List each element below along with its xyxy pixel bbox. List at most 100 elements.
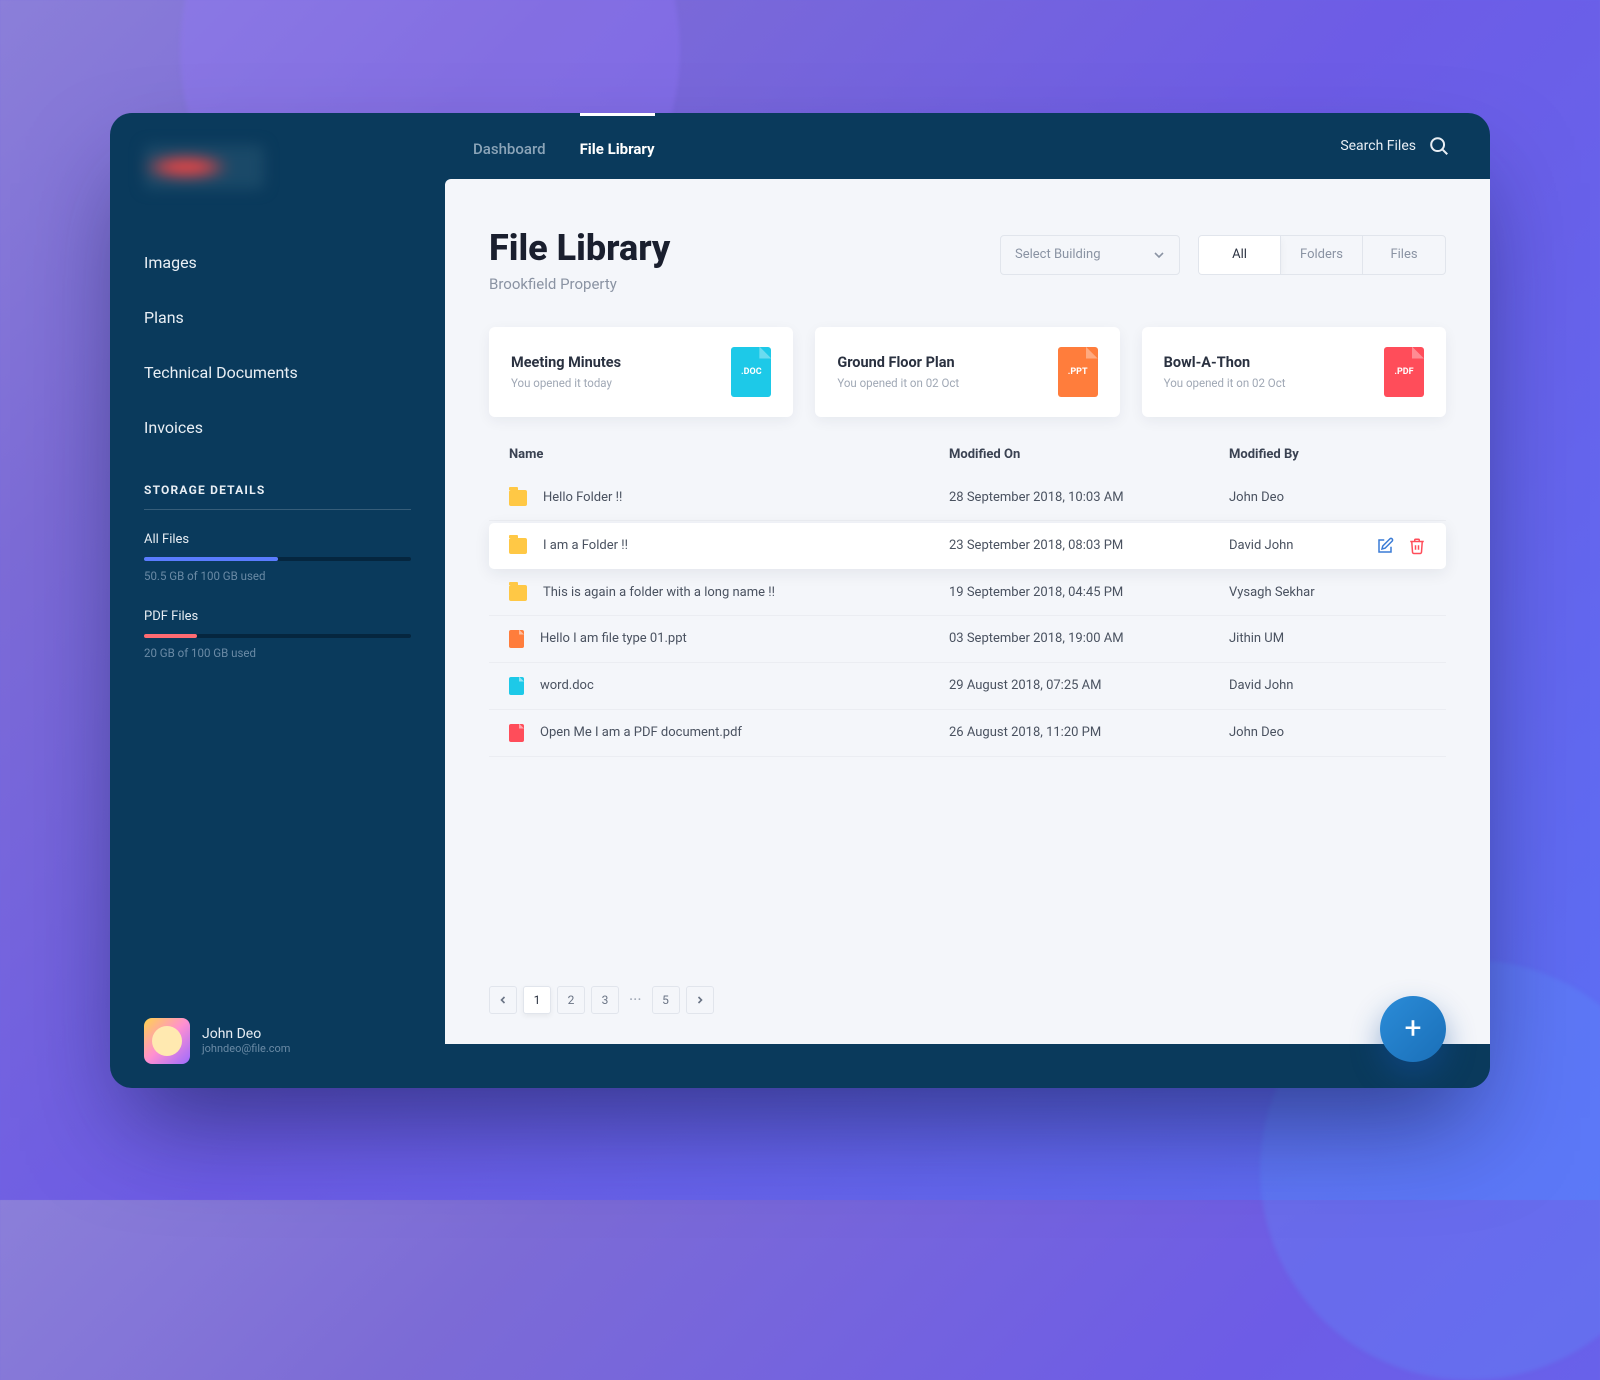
storage-label: PDF Files — [144, 609, 411, 624]
topbar: Dashboard File Library Search Files — [445, 113, 1490, 179]
row-modified: 29 August 2018, 07:25 AM — [949, 678, 1229, 693]
tab-dashboard[interactable]: Dashboard — [473, 113, 546, 179]
tabs: Dashboard File Library — [473, 113, 655, 179]
filter-folders[interactable]: Folders — [1281, 236, 1363, 274]
row-name: Hello I am file type 01.ppt — [540, 631, 687, 646]
file-icon — [509, 724, 524, 742]
folder-icon — [509, 538, 527, 554]
page-3[interactable]: 3 — [591, 986, 619, 1014]
storage-section: All Files 50.5 GB of 100 GB used — [144, 532, 411, 583]
folder-icon — [509, 585, 527, 601]
file-type-icon: .PPT — [1058, 347, 1098, 397]
row-modified: 23 September 2018, 08:03 PM — [949, 538, 1229, 553]
col-by: Modified By — [1229, 447, 1426, 462]
page-2[interactable]: 2 — [557, 986, 585, 1014]
user-name: John Deo — [202, 1026, 290, 1042]
card-sub: You opened it on 02 Oct — [1164, 376, 1384, 390]
card-title: Bowl-A-Thon — [1164, 354, 1384, 371]
content: File Library Brookfield Property Select … — [445, 179, 1490, 1044]
sidebar-item-images[interactable]: Images — [144, 235, 445, 290]
file-table: Name Modified On Modified By Hello Folde… — [489, 447, 1446, 968]
pagination: 123···5 — [489, 986, 1446, 1014]
avatar — [144, 1018, 190, 1064]
filter-all[interactable]: All — [1199, 236, 1281, 274]
page-subtitle: Brookfield Property — [489, 275, 670, 293]
sidebar-nav: ImagesPlansTechnical DocumentsInvoices — [110, 235, 445, 455]
storage-sections: All Files 50.5 GB of 100 GB used PDF File… — [144, 532, 411, 660]
tab-file-library[interactable]: File Library — [580, 113, 655, 179]
row-name: Open Me I am a PDF document.pdf — [540, 725, 742, 740]
storage-bar — [144, 634, 411, 638]
storage-section: PDF Files 20 GB of 100 GB used — [144, 609, 411, 660]
page-5[interactable]: 5 — [652, 986, 680, 1014]
file-type-icon: .DOC — [731, 347, 771, 397]
select-building-label: Select Building — [1015, 247, 1101, 262]
search[interactable]: Search Files — [1340, 135, 1450, 157]
select-building-dropdown[interactable]: Select Building — [1000, 235, 1180, 275]
table-row[interactable]: word.doc 29 August 2018, 07:25 AM David … — [489, 663, 1446, 710]
storage-sub: 50.5 GB of 100 GB used — [144, 569, 411, 583]
storage-sub: 20 GB of 100 GB used — [144, 646, 411, 660]
storage-bar — [144, 557, 411, 561]
storage-label: All Files — [144, 532, 411, 547]
page-next[interactable] — [686, 986, 714, 1014]
filter-files[interactable]: Files — [1363, 236, 1445, 274]
recent-card[interactable]: Meeting Minutes You opened it today .DOC — [489, 327, 793, 417]
row-name: Hello Folder !! — [543, 490, 622, 505]
card-sub: You opened it on 02 Oct — [837, 376, 1057, 390]
sidebar-item-plans[interactable]: Plans — [144, 290, 445, 345]
row-modified: 03 September 2018, 19:00 AM — [949, 631, 1229, 646]
search-icon — [1428, 135, 1450, 157]
row-by: David John — [1229, 538, 1346, 553]
storage-details: STORAGE DETAILS All Files 50.5 GB of 100… — [110, 455, 445, 686]
row-by: John Deo — [1229, 725, 1346, 740]
delete-icon[interactable] — [1408, 537, 1426, 555]
table-row[interactable]: Hello I am file type 01.ppt 03 September… — [489, 616, 1446, 663]
footer-strip — [445, 1044, 1490, 1088]
user-profile[interactable]: John Deo johndeo@file.com — [110, 1018, 445, 1064]
app-window: ImagesPlansTechnical DocumentsInvoices S… — [110, 113, 1490, 1088]
recent-card[interactable]: Ground Floor Plan You opened it on 02 Oc… — [815, 327, 1119, 417]
table-row[interactable]: Open Me I am a PDF document.pdf 26 Augus… — [489, 710, 1446, 757]
table-body: Hello Folder !! 28 September 2018, 10:03… — [489, 476, 1446, 757]
filter-group: AllFoldersFiles — [1198, 235, 1446, 275]
app-logo — [144, 145, 264, 189]
col-name: Name — [509, 447, 949, 462]
row-by: John Deo — [1229, 490, 1346, 505]
card-title: Ground Floor Plan — [837, 354, 1057, 371]
card-title: Meeting Minutes — [511, 354, 731, 371]
sidebar: ImagesPlansTechnical DocumentsInvoices S… — [110, 113, 445, 1088]
folder-icon — [509, 490, 527, 506]
sidebar-item-invoices[interactable]: Invoices — [144, 400, 445, 455]
row-by: David John — [1229, 678, 1346, 693]
main: Dashboard File Library Search Files File … — [445, 113, 1490, 1088]
storage-title: STORAGE DETAILS — [144, 483, 411, 510]
file-type-icon: .PDF — [1384, 347, 1424, 397]
row-name: word.doc — [540, 678, 594, 693]
plus-icon: + — [1404, 1011, 1421, 1046]
table-row[interactable]: This is again a folder with a long name … — [489, 571, 1446, 616]
chevron-down-icon — [1153, 249, 1165, 261]
table-row[interactable]: Hello Folder !! 28 September 2018, 10:03… — [489, 476, 1446, 521]
user-email: johndeo@file.com — [202, 1042, 290, 1055]
card-sub: You opened it today — [511, 376, 731, 390]
row-by: Jithin UM — [1229, 631, 1346, 646]
row-modified: 26 August 2018, 11:20 PM — [949, 725, 1229, 740]
file-icon — [509, 630, 524, 648]
page-title: File Library — [489, 227, 670, 269]
row-name: This is again a folder with a long name … — [543, 585, 775, 600]
sidebar-item-tech-docs[interactable]: Technical Documents — [144, 345, 445, 400]
search-label: Search Files — [1340, 138, 1416, 154]
recent-card[interactable]: Bowl-A-Thon You opened it on 02 Oct .PDF — [1142, 327, 1446, 417]
recent-cards: Meeting Minutes You opened it today .DOC… — [489, 327, 1446, 417]
add-fab[interactable]: + — [1380, 996, 1446, 1062]
row-by: Vysagh Sekhar — [1229, 585, 1346, 600]
table-row[interactable]: I am a Folder !! 23 September 2018, 08:0… — [489, 523, 1446, 569]
col-modified: Modified On — [949, 447, 1229, 462]
page-prev[interactable] — [489, 986, 517, 1014]
edit-icon[interactable] — [1376, 537, 1394, 555]
row-modified: 28 September 2018, 10:03 AM — [949, 490, 1229, 505]
page-1[interactable]: 1 — [523, 986, 551, 1014]
row-name: I am a Folder !! — [543, 538, 628, 553]
row-modified: 19 September 2018, 04:45 PM — [949, 585, 1229, 600]
